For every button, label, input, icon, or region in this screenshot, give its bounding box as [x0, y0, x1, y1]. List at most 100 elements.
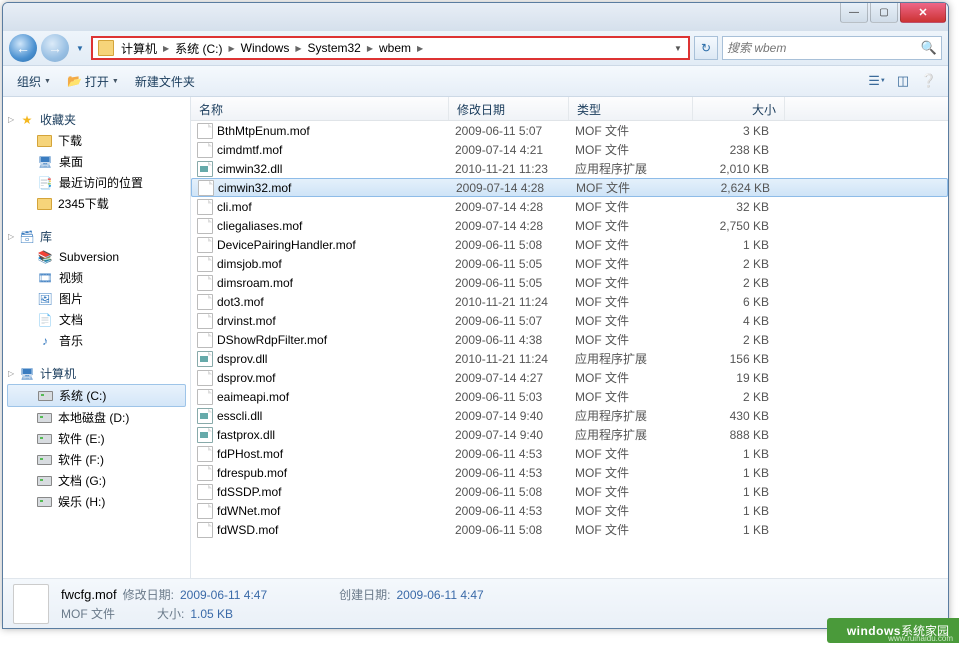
- file-size: 2,624 KB: [700, 181, 780, 195]
- sidebar-item-desktop[interactable]: 🖥桌面: [3, 151, 190, 172]
- file-row[interactable]: cli.mof2009-07-14 4:28MOF 文件32 KB: [191, 197, 948, 216]
- file-list[interactable]: BthMtpEnum.mof2009-06-11 5:07MOF 文件3 KBc…: [191, 121, 948, 578]
- file-type: MOF 文件: [575, 483, 699, 500]
- back-button[interactable]: ←: [9, 34, 37, 62]
- close-button[interactable]: ✕: [900, 3, 946, 23]
- file-row[interactable]: dimsjob.mof2009-06-11 5:05MOF 文件2 KB: [191, 254, 948, 273]
- chevron-right-icon[interactable]: ▶: [415, 44, 425, 53]
- file-row[interactable]: fdSSDP.mof2009-06-11 5:08MOF 文件1 KB: [191, 482, 948, 501]
- file-size: 1 KB: [699, 447, 779, 461]
- help-button[interactable]: ❔: [916, 70, 942, 92]
- minimize-button[interactable]: —: [840, 3, 868, 23]
- breadcrumb[interactable]: 计算机▶系统 (C:)▶Windows▶System32▶wbem▶: [117, 38, 670, 58]
- open-button[interactable]: 📂打开▼: [59, 69, 127, 94]
- file-row[interactable]: dimsroam.mof2009-06-11 5:05MOF 文件2 KB: [191, 273, 948, 292]
- file-row[interactable]: fdWNet.mof2009-06-11 4:53MOF 文件1 KB: [191, 501, 948, 520]
- file-row[interactable]: fdPHost.mof2009-06-11 4:53MOF 文件1 KB: [191, 444, 948, 463]
- preview-pane-button[interactable]: ◫: [890, 70, 916, 92]
- chevron-right-icon[interactable]: ▶: [227, 44, 237, 53]
- organize-button[interactable]: 组织▼: [9, 69, 59, 94]
- file-row[interactable]: eaimeapi.mof2009-06-11 5:03MOF 文件2 KB: [191, 387, 948, 406]
- titlebar[interactable]: — ▢ ✕: [3, 3, 948, 31]
- file-row[interactable]: dsprov.mof2009-07-14 4:27MOF 文件19 KB: [191, 368, 948, 387]
- file-type: MOF 文件: [575, 445, 699, 462]
- search-box[interactable]: 🔍: [722, 36, 942, 60]
- file-size: 430 KB: [699, 409, 779, 423]
- file-name: dsprov.mof: [217, 371, 455, 385]
- refresh-button[interactable]: ↻: [694, 36, 718, 60]
- search-input[interactable]: [727, 41, 921, 55]
- file-row[interactable]: fdWSD.mof2009-06-11 5:08MOF 文件1 KB: [191, 520, 948, 539]
- file-name: BthMtpEnum.mof: [217, 124, 455, 138]
- sidebar-item-videos[interactable]: 🎞视频: [3, 267, 190, 288]
- toolbar: 组织▼ 📂打开▼ 新建文件夹 ☰▼ ◫ ❔: [3, 65, 948, 97]
- file-date: 2009-06-11 5:07: [455, 314, 575, 328]
- maximize-button[interactable]: ▢: [870, 3, 898, 23]
- search-icon[interactable]: 🔍: [921, 40, 937, 56]
- file-type: MOF 文件: [575, 293, 699, 310]
- address-bar[interactable]: 计算机▶系统 (C:)▶Windows▶System32▶wbem▶ ▼: [91, 36, 690, 60]
- sidebar-item-downloads[interactable]: 下载: [3, 130, 190, 151]
- sidebar-item-music[interactable]: ♪音乐: [3, 330, 190, 351]
- favorites-header[interactable]: ▷★收藏夹: [3, 109, 190, 130]
- sidebar-item-drive-g[interactable]: 文档 (G:): [3, 470, 190, 491]
- sidebar-item-drive-e[interactable]: 软件 (E:): [3, 428, 190, 449]
- sidebar-item-drive-c[interactable]: 系统 (C:): [7, 384, 186, 407]
- chevron-right-icon[interactable]: ▶: [365, 44, 375, 53]
- file-row[interactable]: esscli.dll2009-07-14 9:40应用程序扩展430 KB: [191, 406, 948, 425]
- file-row[interactable]: drvinst.mof2009-06-11 5:07MOF 文件4 KB: [191, 311, 948, 330]
- file-row[interactable]: dsprov.dll2010-11-21 11:24应用程序扩展156 KB: [191, 349, 948, 368]
- forward-button[interactable]: →: [41, 34, 69, 62]
- file-row[interactable]: cimdmtf.mof2009-07-14 4:21MOF 文件238 KB: [191, 140, 948, 159]
- computer-group: ▷🖥计算机 系统 (C:) 本地磁盘 (D:) 软件 (E:) 软件 (F:) …: [3, 363, 190, 512]
- file-type: MOF 文件: [575, 312, 699, 329]
- file-row[interactable]: fastprox.dll2009-07-14 9:40应用程序扩展888 KB: [191, 425, 948, 444]
- file-icon: [197, 427, 213, 443]
- chevron-right-icon[interactable]: ▶: [161, 44, 171, 53]
- navigation-pane[interactable]: ▷★收藏夹 下载 🖥桌面 📑最近访问的位置 2345下载 ▷🗃库 📚Subver…: [3, 97, 191, 578]
- history-dropdown[interactable]: ▼: [73, 38, 87, 58]
- file-type: MOF 文件: [575, 521, 699, 538]
- column-name[interactable]: 名称: [191, 97, 449, 120]
- crumb-3[interactable]: System32: [304, 38, 365, 58]
- file-row[interactable]: dot3.mof2010-11-21 11:24MOF 文件6 KB: [191, 292, 948, 311]
- folder-icon: [98, 40, 114, 56]
- computer-header[interactable]: ▷🖥计算机: [3, 363, 190, 384]
- file-date: 2009-07-14 9:40: [455, 409, 575, 423]
- file-row[interactable]: DShowRdpFilter.mof2009-06-11 4:38MOF 文件2…: [191, 330, 948, 349]
- column-headers[interactable]: 名称 修改日期 类型 大小: [191, 97, 948, 121]
- file-name: cimwin32.dll: [217, 162, 455, 176]
- crumb-0[interactable]: 计算机: [117, 38, 161, 58]
- crumb-2[interactable]: Windows: [237, 38, 294, 58]
- watermark: windows系统家园 www.ruihaidu.com: [827, 618, 959, 643]
- file-row[interactable]: BthMtpEnum.mof2009-06-11 5:07MOF 文件3 KB: [191, 121, 948, 140]
- sidebar-item-recent[interactable]: 📑最近访问的位置: [3, 172, 190, 193]
- column-type[interactable]: 类型: [569, 97, 693, 120]
- sidebar-item-drive-f[interactable]: 软件 (F:): [3, 449, 190, 470]
- file-row[interactable]: cimwin32.dll2010-11-21 11:23应用程序扩展2,010 …: [191, 159, 948, 178]
- new-folder-button[interactable]: 新建文件夹: [127, 69, 203, 94]
- sidebar-item-subversion[interactable]: 📚Subversion: [3, 247, 190, 267]
- file-date: 2009-06-11 5:08: [455, 485, 575, 499]
- file-date: 2009-07-14 4:27: [455, 371, 575, 385]
- file-row[interactable]: cliegaliases.mof2009-07-14 4:28MOF 文件2,7…: [191, 216, 948, 235]
- libraries-header[interactable]: ▷🗃库: [3, 226, 190, 247]
- file-row[interactable]: cimwin32.mof2009-07-14 4:28MOF 文件2,624 K…: [191, 178, 948, 197]
- crumb-1[interactable]: 系统 (C:): [171, 38, 226, 58]
- sidebar-item-drive-h[interactable]: 娱乐 (H:): [3, 491, 190, 512]
- address-dropdown[interactable]: ▼: [670, 44, 686, 53]
- chevron-right-icon[interactable]: ▶: [293, 44, 303, 53]
- file-size: 156 KB: [699, 352, 779, 366]
- sidebar-item-documents[interactable]: 📄文档: [3, 309, 190, 330]
- sidebar-item-drive-d[interactable]: 本地磁盘 (D:): [3, 407, 190, 428]
- column-date[interactable]: 修改日期: [449, 97, 569, 120]
- file-size: 2 KB: [699, 390, 779, 404]
- sidebar-item-2345[interactable]: 2345下载: [3, 193, 190, 214]
- column-size[interactable]: 大小: [693, 97, 785, 120]
- file-row[interactable]: DevicePairingHandler.mof2009-06-11 5:08M…: [191, 235, 948, 254]
- file-icon: [197, 465, 213, 481]
- file-row[interactable]: fdrespub.mof2009-06-11 4:53MOF 文件1 KB: [191, 463, 948, 482]
- sidebar-item-pictures[interactable]: 🖼图片: [3, 288, 190, 309]
- crumb-4[interactable]: wbem: [375, 38, 415, 58]
- view-button[interactable]: ☰▼: [864, 70, 890, 92]
